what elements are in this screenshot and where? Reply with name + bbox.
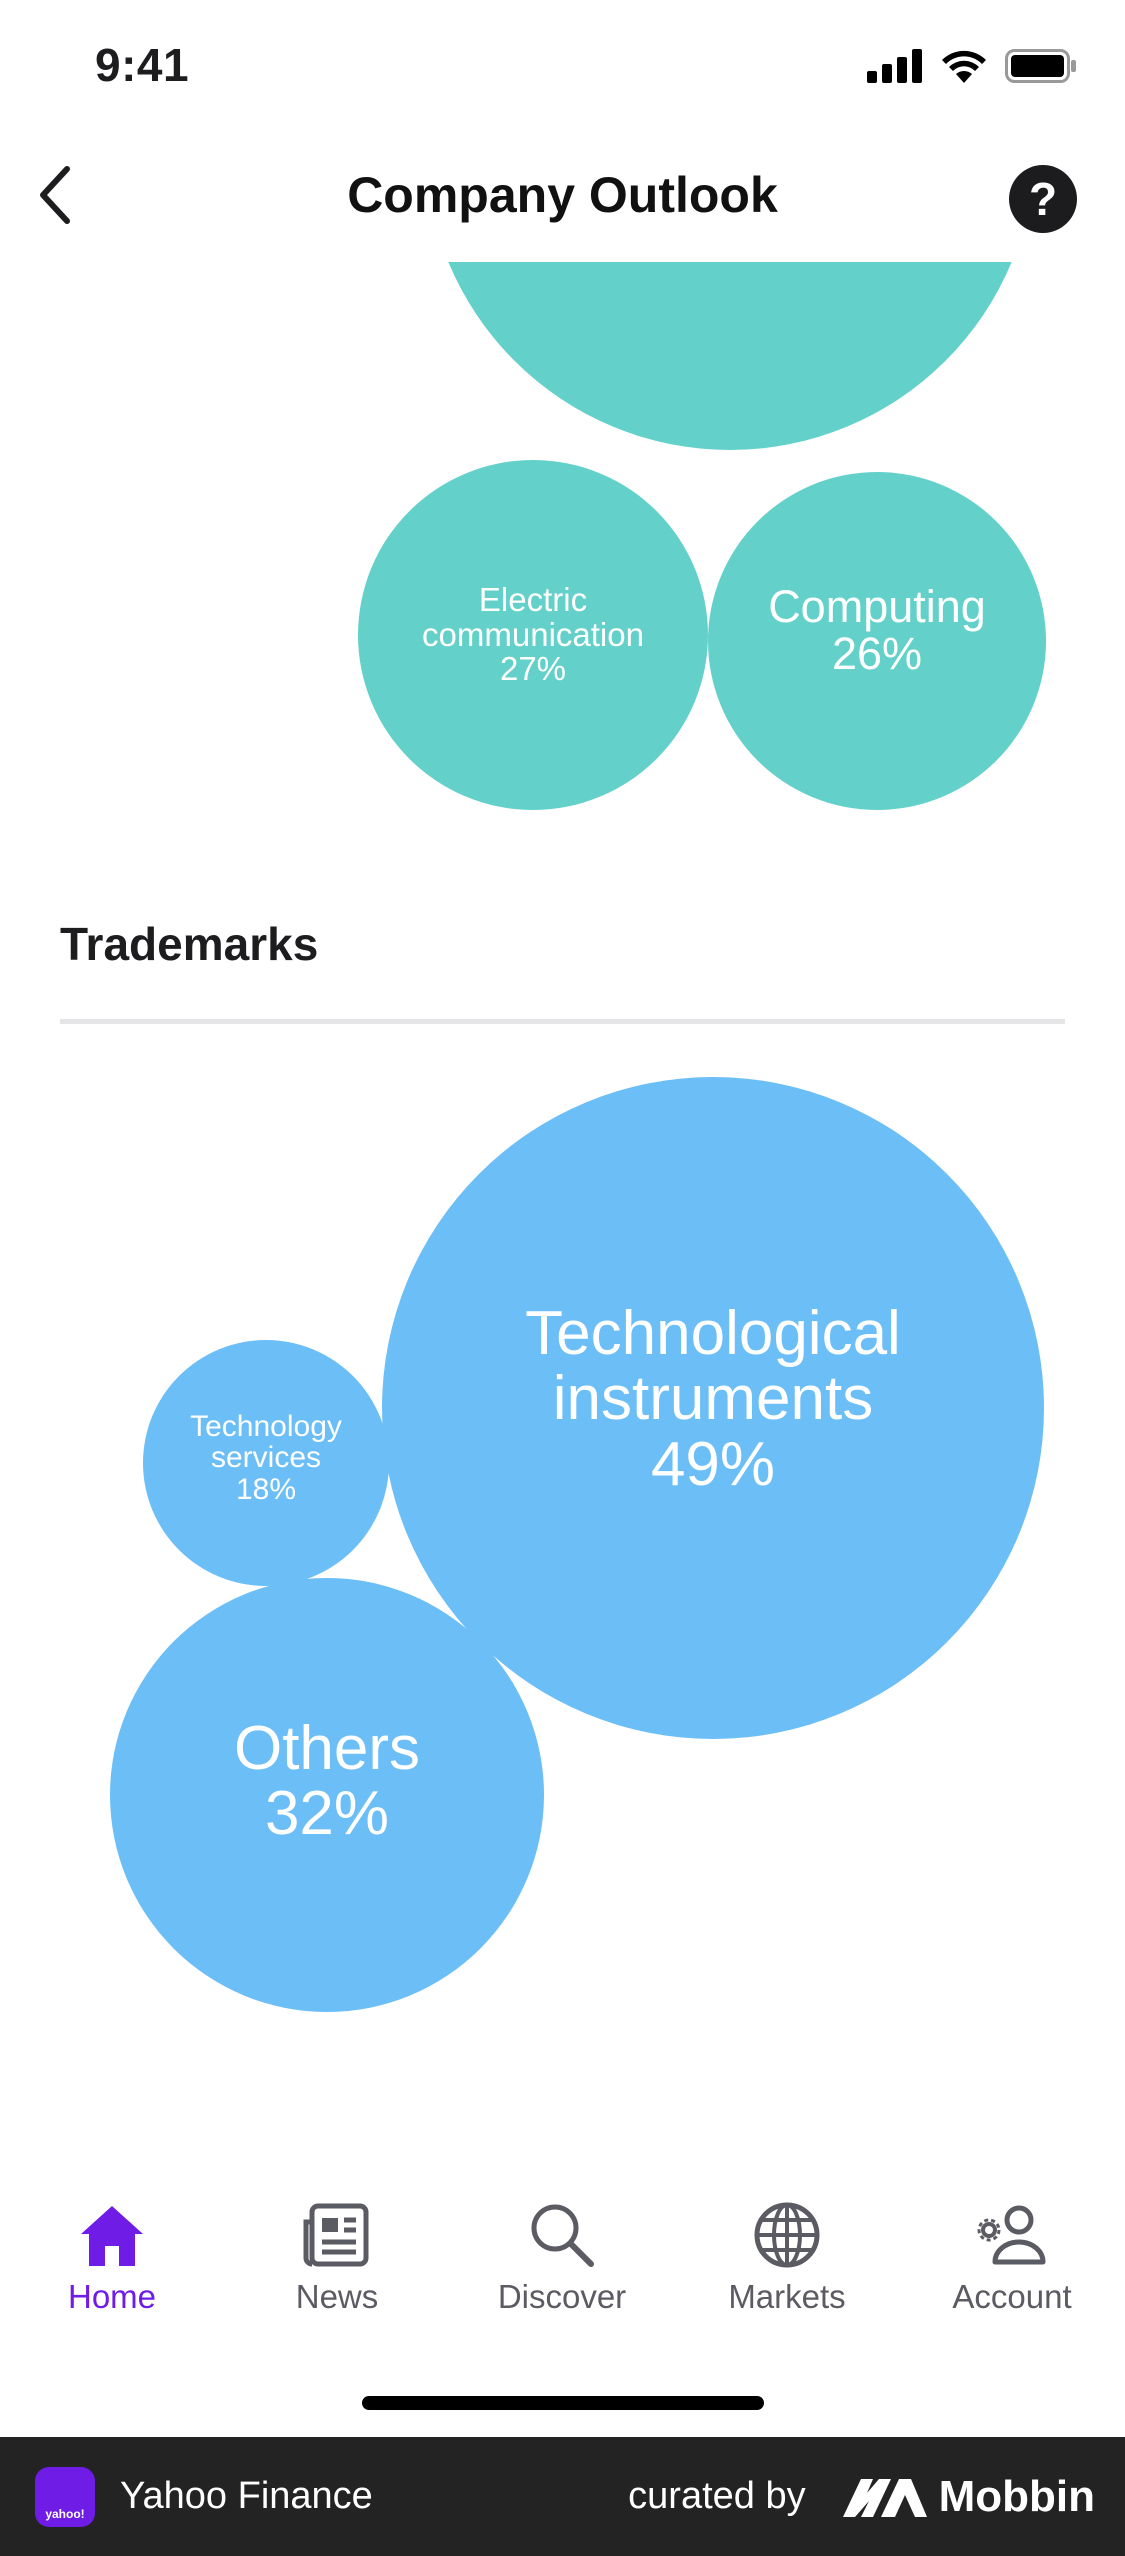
tab-label: Account: [952, 2278, 1072, 2315]
account-icon: [977, 2205, 1046, 2265]
tab-label: Markets: [728, 2278, 846, 2315]
page-title: Company Outlook: [347, 167, 778, 223]
bubble-value: 18%: [235, 1472, 297, 1506]
home-icon: [81, 2206, 143, 2266]
status-time: 9:41: [95, 39, 190, 91]
tab-label: News: [295, 2278, 379, 2315]
home-indicator: [362, 2396, 764, 2410]
mobbin-logo-icon: [842, 2478, 927, 2517]
bubble-label: Technology services: [190, 1409, 342, 1475]
bubble-technological-instruments: Technological instruments 49%: [382, 1077, 1044, 1739]
tab-markets[interactable]: Markets: [687, 2200, 887, 2316]
globe-icon: [754, 2202, 820, 2268]
bubble-label: Technological instruments: [525, 1299, 901, 1434]
bubble-value: 49%: [650, 1429, 776, 1499]
cellular-signal-icon: [867, 49, 922, 83]
app-logo: yahoo!: [35, 2466, 95, 2527]
search-icon: [531, 2204, 594, 2267]
bubble-label: Others: [233, 1713, 421, 1783]
bubble-value: 27%: [499, 650, 567, 688]
trademarks-title: Trademarks: [60, 918, 319, 970]
battery-icon: [1005, 49, 1076, 83]
bubble-label: Electric communication: [422, 581, 644, 653]
bubble-technology-services: Technology services 18%: [143, 1340, 389, 1586]
bubble-top: [425, 262, 1035, 450]
app-logo-text: yahoo!: [45, 2506, 85, 2521]
wifi-icon: [942, 50, 986, 83]
bubble-value: 26%: [831, 628, 923, 679]
tab-discover[interactable]: Discover: [462, 2200, 662, 2316]
bubble-others: Others 32%: [110, 1578, 544, 2012]
status-icons: [867, 46, 1077, 86]
tab-account[interactable]: Account: [912, 2200, 1112, 2316]
bubble-electric-communication: Electric communication 27%: [358, 460, 708, 810]
help-button[interactable]: ?: [1009, 165, 1077, 233]
bubble-label: Computing: [768, 580, 986, 632]
tab-news[interactable]: News: [237, 2200, 437, 2316]
bubble-value: 32%: [264, 1779, 390, 1848]
news-icon: [303, 2203, 369, 2267]
tab-home[interactable]: Home: [12, 2200, 212, 2316]
footer-credit: curated by Mobbin: [628, 2472, 1095, 2522]
bubble-computing: Computing 26%: [708, 472, 1046, 810]
tab-label: Home: [67, 2278, 157, 2315]
section-divider: [60, 1019, 1065, 1024]
curated-by-text: curated by: [628, 2475, 806, 2517]
mobbin-brand: Mobbin: [938, 2471, 1095, 2521]
attribution-footer: yahoo! Yahoo Finance curated by Mobbin: [0, 2437, 1125, 2556]
tab-label: Discover: [497, 2278, 627, 2315]
footer-app-name: Yahoo Finance: [120, 2475, 373, 2517]
